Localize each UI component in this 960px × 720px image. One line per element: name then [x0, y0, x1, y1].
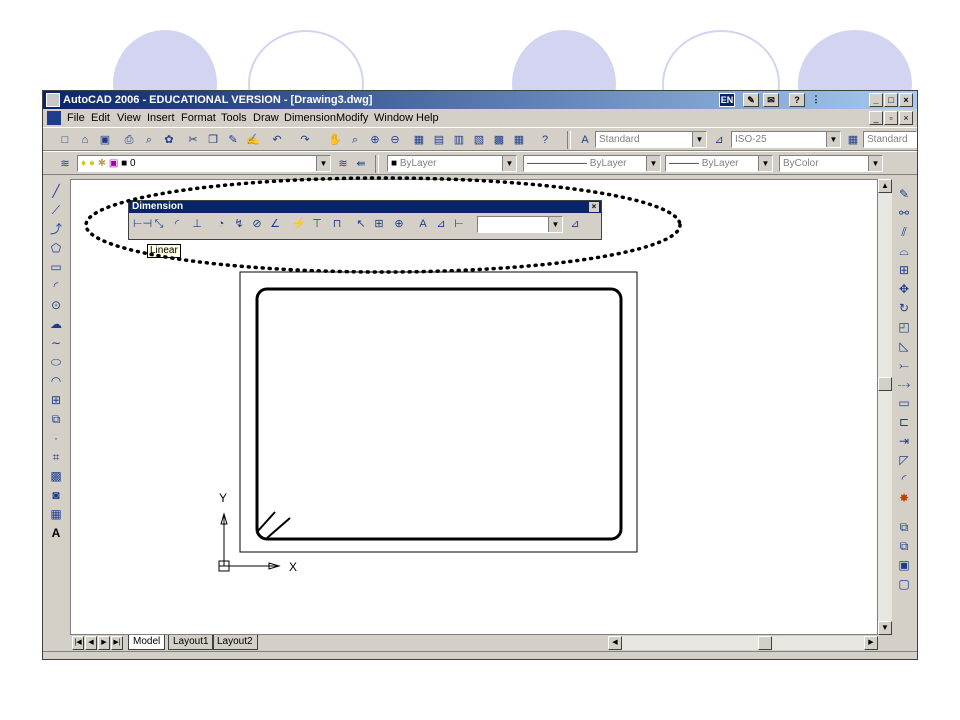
highlight-overlay: [84, 176, 682, 274]
highlight-ellipse: [84, 176, 682, 274]
